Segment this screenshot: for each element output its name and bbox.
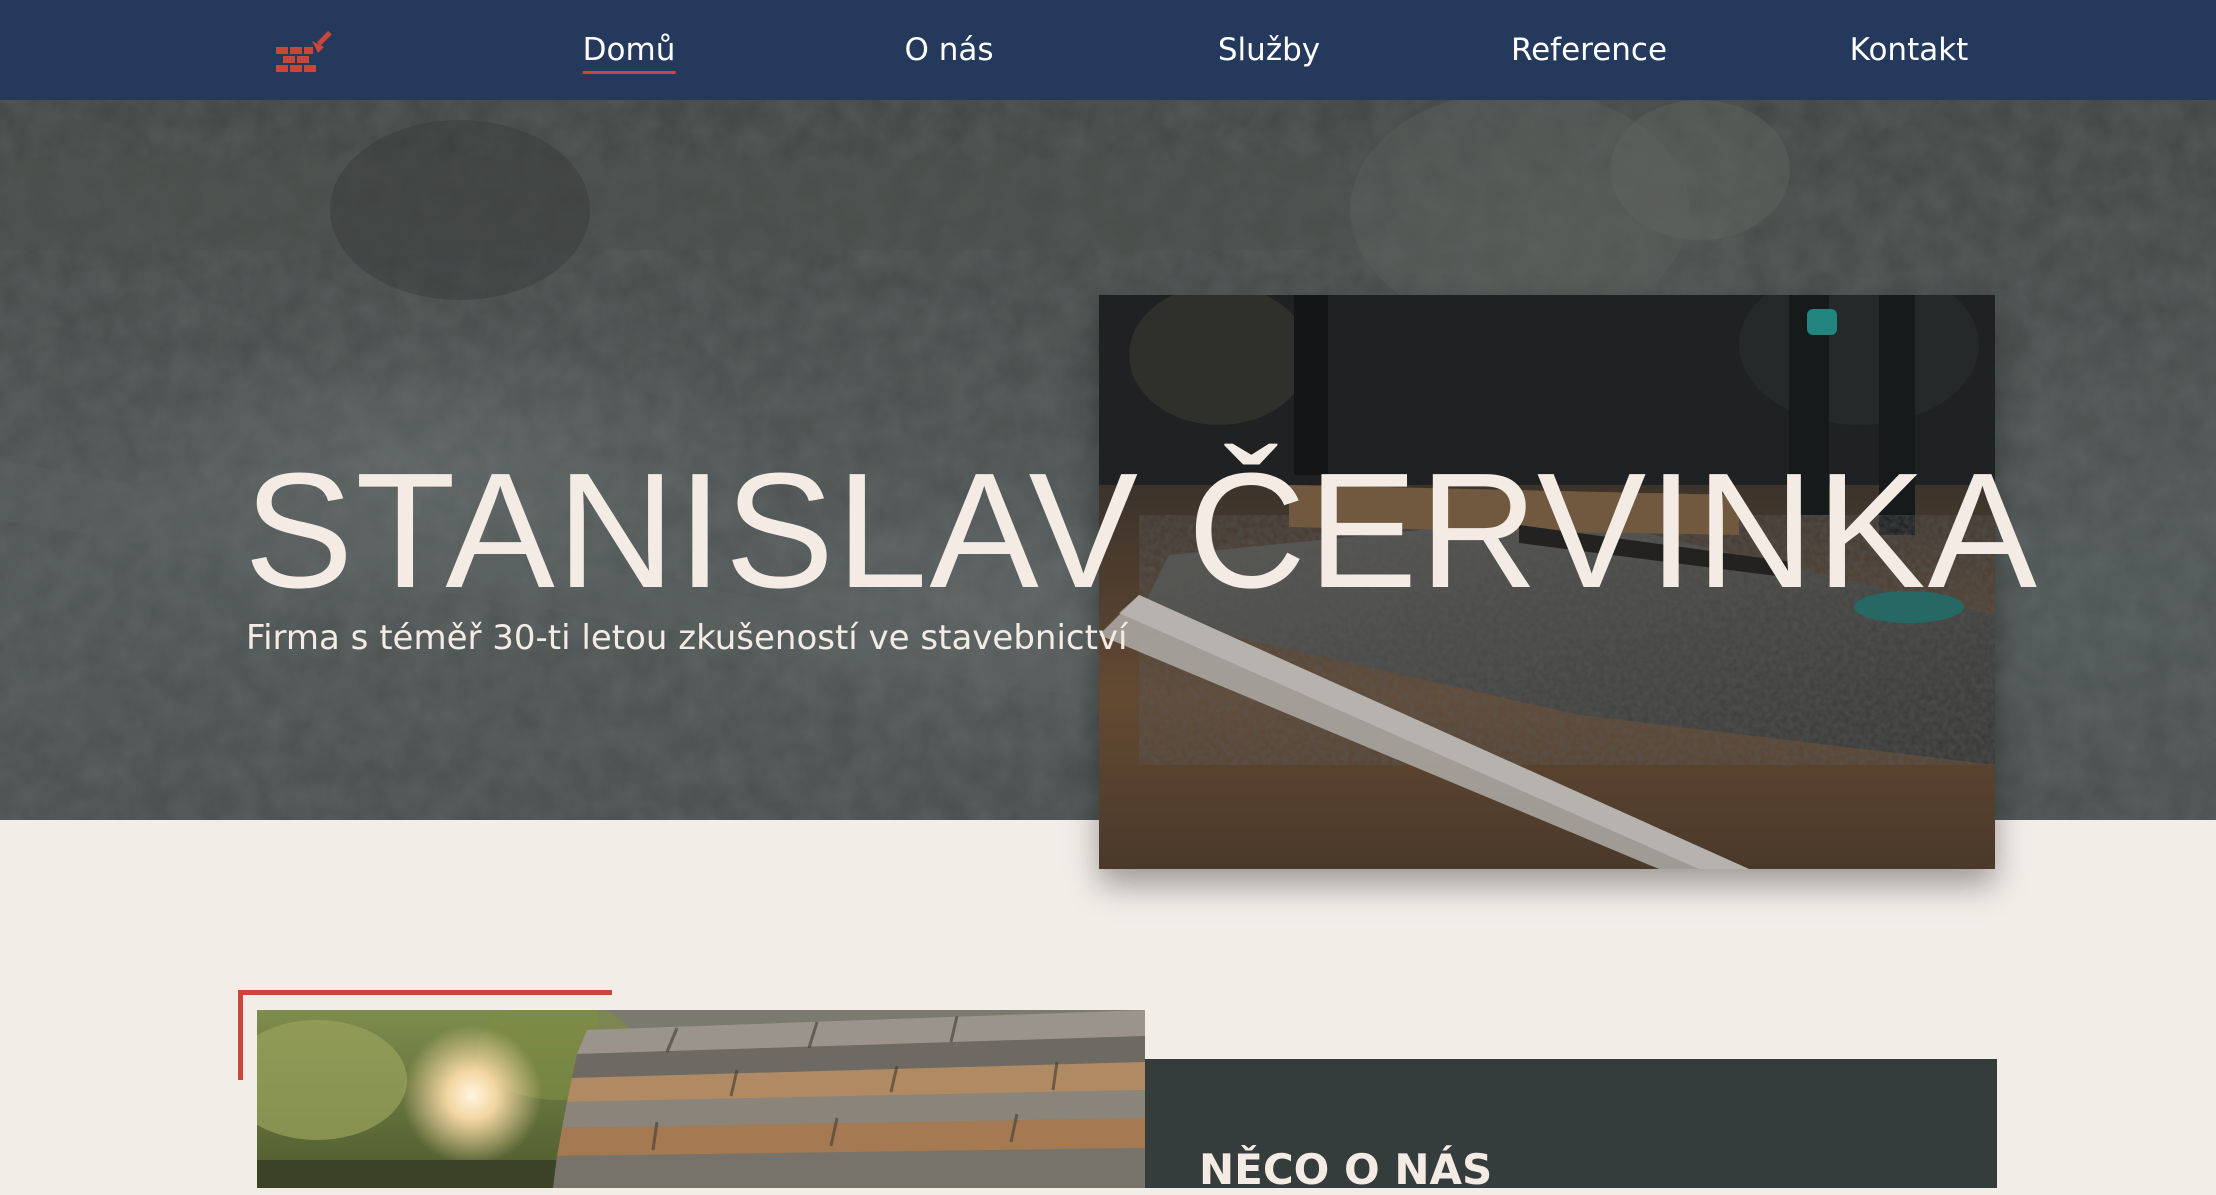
- navbar: Domů O nás Služby Reference Kontakt: [0, 0, 2216, 100]
- stone-wall-photo: [257, 1010, 1145, 1188]
- hero-subtitle: Firma s téměř 30-ti letou zkušeností ve …: [246, 618, 1128, 658]
- nav-item-kontakt[interactable]: Kontakt: [1850, 30, 1969, 70]
- nav-item-reference[interactable]: Reference: [1511, 30, 1667, 70]
- nav-item-o-nas[interactable]: O nás: [904, 30, 993, 70]
- nav-item-sluzby[interactable]: Služby: [1218, 30, 1320, 70]
- brick-wall-logo-icon[interactable]: [274, 26, 338, 76]
- nav-item-domu[interactable]: Domů: [582, 30, 676, 74]
- about-panel: NĚCO O NÁS: [1145, 1059, 1997, 1194]
- hero-title: STANISLAV ČERVINKA: [244, 439, 2039, 622]
